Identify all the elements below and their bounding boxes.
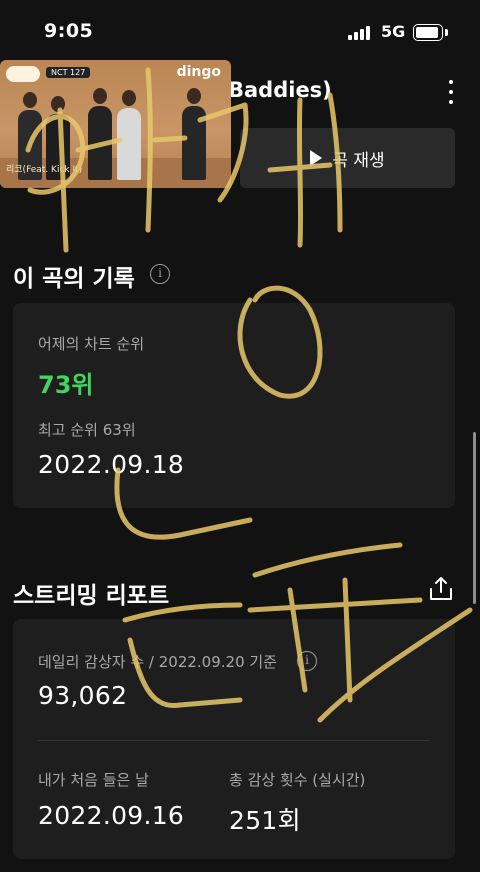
status-time: 9:05 [44,20,94,42]
best-rank-date: 2022.09.18 [38,450,185,479]
total-plays-value: 251회 [229,806,301,835]
record-card: 어제의 차트 순위 73위 최고 순위 63위 2022.09.18 [13,303,455,508]
play-button-label: 곡 재생 [332,150,385,171]
info-icon[interactable]: i [297,651,317,671]
info-icon[interactable]: i [150,264,170,284]
video-caption: 리코(Feat. Kick It) [6,165,83,175]
more-icon[interactable] [446,80,456,106]
battery-icon [413,24,443,41]
person-figure [117,108,141,180]
total-plays-label: 총 감상 횟수 (실시간) [229,771,366,789]
record-section-title: 이 곡의 기록 [13,266,135,292]
yesterday-rank-value: 73위 [38,371,94,399]
brand-logo: dingo [176,64,221,80]
song-title: Baddies) [228,78,332,102]
daily-listeners-value: 93,062 [38,681,128,710]
network-label: 5G [381,22,406,41]
scrollbar[interactable] [473,432,476,604]
battery-cap [445,29,448,36]
best-rank-label: 최고 순위 63위 [38,421,136,439]
person-figure [88,106,112,180]
streaming-section-title: 스트리밍 리포트 [13,583,170,609]
channel-logo [6,66,40,82]
play-icon [310,150,323,166]
status-bar: 9:05 5G [0,0,480,64]
play-song-button[interactable]: 곡 재생 [240,128,455,188]
card-divider [38,740,430,741]
signal-icon [348,26,374,40]
streaming-card: 데일리 감상자 수 / 2022.09.20 기준 i 93,062 내가 처음… [13,619,455,859]
first-listen-label: 내가 처음 들은 날 [38,771,149,789]
artist-badge: NCT 127 [46,67,91,78]
first-listen-value: 2022.09.16 [38,801,185,830]
daily-listeners-label: 데일리 감상자 수 / 2022.09.20 기준 [38,653,277,671]
person-figure [182,106,206,180]
share-icon[interactable] [427,575,455,603]
video-thumbnail[interactable]: NCT 127 dingo 리코(Feat. Kick It) [0,60,231,188]
yesterday-rank-label: 어제의 차트 순위 [38,335,145,353]
